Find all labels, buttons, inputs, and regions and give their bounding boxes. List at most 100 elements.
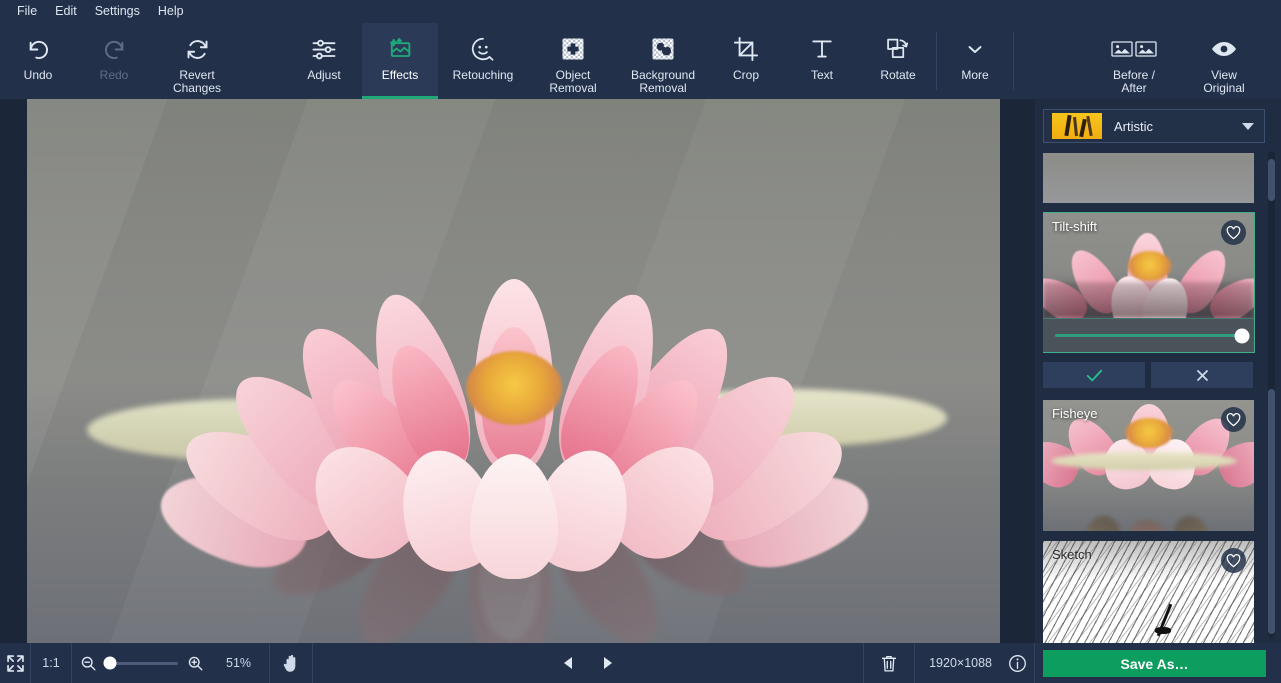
water-lily-flower — [150, 279, 878, 582]
tool-retouching-label: Retouching — [452, 68, 514, 82]
effect-category-dropdown[interactable]: Artistic — [1043, 109, 1265, 143]
undo-label: Undo — [23, 68, 53, 82]
next-image-button[interactable] — [588, 643, 628, 683]
undo-button[interactable]: Undo — [0, 23, 76, 99]
tool-retouching[interactable]: Retouching — [438, 23, 528, 99]
effect-thumbnail: Tilt-shift — [1043, 213, 1254, 318]
slider-knob[interactable] — [1234, 328, 1250, 343]
eye-icon — [1209, 34, 1239, 64]
background-removal-icon — [649, 34, 677, 64]
before-after-icon — [1111, 34, 1157, 64]
paintbrush-thumbnail — [1052, 113, 1102, 139]
effect-card-partial[interactable] — [1043, 153, 1254, 203]
menu-item-file[interactable]: File — [8, 2, 46, 21]
tool-background-removal[interactable]: Background Removal — [618, 23, 708, 99]
menu-bar: File Edit Settings Help — [0, 0, 1281, 23]
zoom-in-icon[interactable] — [187, 655, 204, 672]
object-removal-icon — [559, 34, 587, 64]
status-divider-7 — [1034, 643, 1036, 683]
chevron-down-icon — [1242, 122, 1254, 130]
effects-list[interactable]: Tilt-shift Fisheye Sketch — [1043, 153, 1271, 643]
tool-object-removal-label: Object Removal — [549, 68, 597, 95]
zoom-out-icon[interactable] — [80, 655, 97, 672]
scrollbar-thumb-upper[interactable] — [1268, 159, 1275, 201]
retouching-icon — [469, 34, 497, 64]
tool-more[interactable]: More — [937, 23, 1013, 99]
effect-category-name: Artistic — [1114, 118, 1153, 134]
revert-icon — [184, 34, 211, 64]
tool-adjust[interactable]: Adjust — [286, 23, 362, 99]
previous-image-button[interactable] — [548, 643, 588, 683]
effects-panel-scrollbar[interactable] — [1268, 151, 1275, 638]
tool-crop[interactable]: Crop — [708, 23, 784, 99]
edited-photo[interactable] — [27, 99, 1000, 643]
chevron-down-icon — [963, 34, 987, 64]
scrollbar-thumb[interactable] — [1268, 389, 1275, 634]
tool-crop-label: Crop — [732, 68, 759, 82]
tool-rotate-label: Rotate — [880, 68, 916, 82]
effect-name: Fisheye — [1052, 406, 1098, 421]
redo-button[interactable]: Redo — [76, 23, 152, 99]
before-after-label: Before / After — [1112, 68, 1156, 95]
effects-icon — [386, 34, 414, 64]
text-icon — [808, 34, 836, 64]
effect-card-sketch[interactable]: Sketch — [1043, 541, 1254, 643]
flower-stamen — [465, 351, 562, 425]
fit-to-screen-button[interactable] — [0, 643, 30, 683]
tool-text-label: Text — [810, 68, 833, 82]
effect-name: Tilt-shift — [1052, 219, 1098, 234]
sliders-icon — [310, 34, 338, 64]
menu-item-help[interactable]: Help — [149, 2, 193, 21]
undo-icon — [25, 34, 52, 64]
heart-icon[interactable] — [1221, 220, 1246, 245]
before-after-button[interactable]: Before / After — [1089, 23, 1179, 99]
apply-effect-button[interactable] — [1043, 362, 1145, 388]
image-dimensions-label: 1920×1088 — [929, 656, 993, 670]
effect-action-buttons — [1043, 362, 1271, 388]
zoom-actual-size-button[interactable]: 1:1 — [31, 643, 71, 683]
info-icon[interactable] — [1004, 643, 1030, 683]
tool-object-removal[interactable]: Object Removal — [528, 23, 618, 99]
canvas-area[interactable] — [0, 99, 1035, 643]
view-original-button[interactable]: View Original — [1179, 23, 1269, 99]
redo-icon — [101, 34, 128, 64]
tool-more-label: More — [961, 68, 989, 82]
tool-rotate[interactable]: Rotate — [860, 23, 936, 99]
rotate-icon — [884, 34, 912, 64]
tool-effects-label: Effects — [381, 68, 419, 82]
save-as-button[interactable]: Save As… — [1043, 650, 1266, 677]
delete-image-button[interactable] — [864, 643, 914, 683]
hand-tool-button[interactable] — [270, 643, 312, 683]
effect-thumbnail — [1043, 153, 1254, 203]
status-divider-4 — [312, 643, 314, 683]
revert-changes-label: Revert Changes — [172, 68, 222, 95]
effect-card-tilt-shift[interactable]: Tilt-shift — [1043, 212, 1255, 353]
effects-panel: Artistic Tilt-shift Fisheye Sketch — [1035, 99, 1281, 643]
redo-label: Redo — [99, 68, 129, 82]
check-icon — [1085, 368, 1104, 383]
main-toolbar: Undo Redo Revert Changes Adjust Effects … — [0, 23, 1281, 99]
effect-card-fisheye[interactable]: Fisheye — [1043, 400, 1254, 531]
image-editor-window: File Edit Settings Help Undo Redo Revert… — [0, 0, 1281, 683]
effect-intensity-slider[interactable] — [1043, 318, 1254, 352]
tool-adjust-label: Adjust — [307, 68, 341, 82]
tool-background-removal-label: Background Removal — [630, 68, 696, 95]
heart-icon[interactable] — [1221, 407, 1246, 432]
tool-effects[interactable]: Effects — [362, 23, 438, 99]
toolbar-divider-2 — [1013, 32, 1014, 90]
revert-changes-button[interactable]: Revert Changes — [152, 23, 242, 99]
heart-icon[interactable] — [1221, 548, 1246, 573]
close-icon — [1194, 368, 1211, 383]
zoom-slider-knob[interactable] — [103, 656, 117, 670]
tool-text[interactable]: Text — [784, 23, 860, 99]
cancel-effect-button[interactable] — [1151, 362, 1253, 388]
view-original-label: View Original — [1203, 68, 1245, 95]
zoom-slider[interactable] — [103, 656, 178, 670]
effect-name: Sketch — [1052, 547, 1092, 562]
effect-thumbnail: Sketch — [1043, 541, 1254, 643]
menu-item-edit[interactable]: Edit — [46, 2, 86, 21]
effect-thumbnail: Fisheye — [1043, 400, 1254, 531]
slider-track[interactable] — [1055, 328, 1250, 343]
menu-item-settings[interactable]: Settings — [86, 2, 149, 21]
crop-icon — [732, 34, 760, 64]
